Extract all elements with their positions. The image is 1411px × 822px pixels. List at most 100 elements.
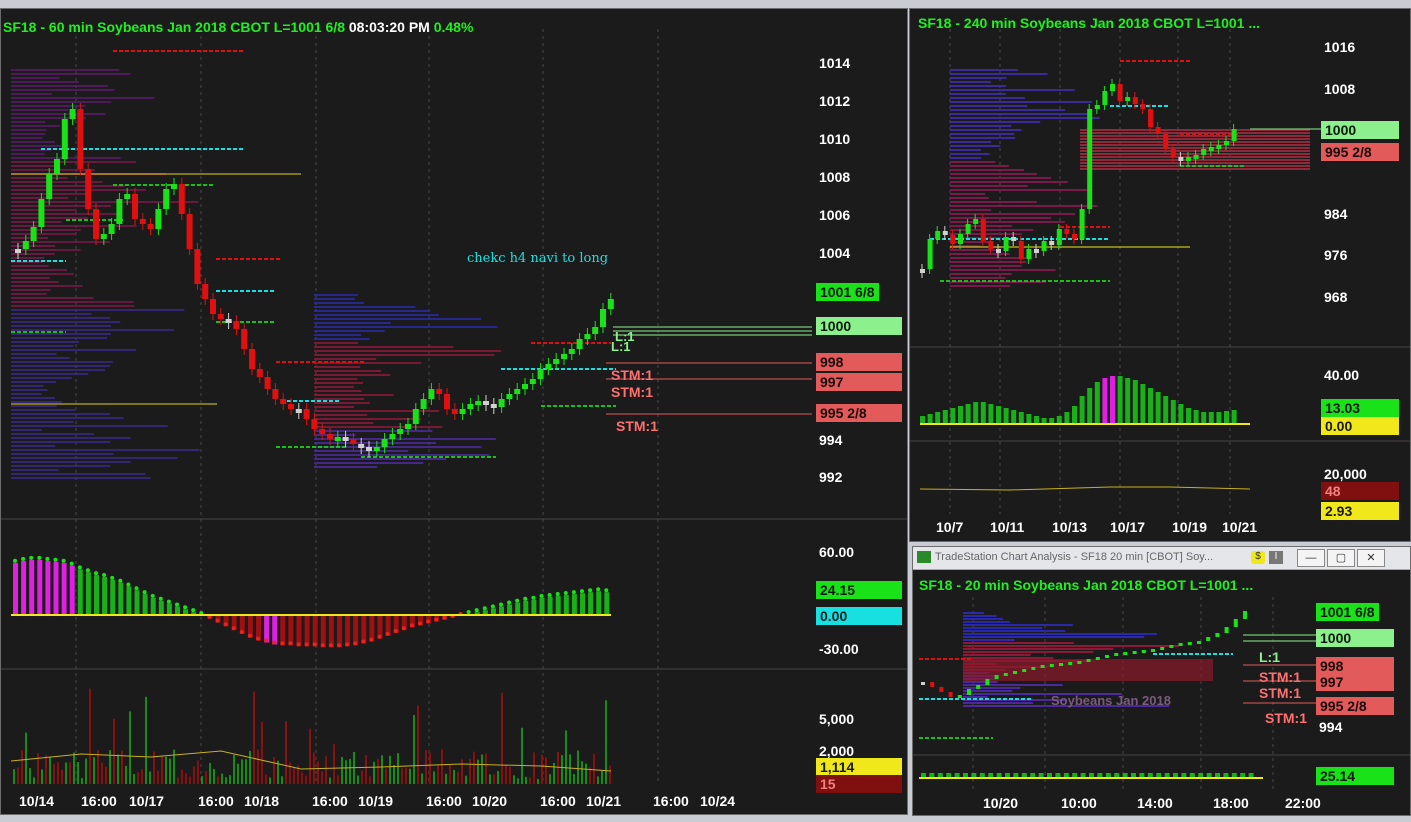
volume-profile-bar xyxy=(11,357,70,359)
candle xyxy=(1026,249,1032,259)
oscillator-dot xyxy=(482,606,487,611)
chart-60min-window[interactable]: SF18 - 60 min Soybeans Jan 2018 CBOT L=1… xyxy=(0,8,908,815)
oscillator-bar xyxy=(1026,414,1032,424)
volume-profile-bar xyxy=(11,237,49,239)
candle xyxy=(280,399,287,404)
volume-bar xyxy=(273,756,275,784)
candle xyxy=(1077,661,1082,664)
oscillator-dot xyxy=(328,643,333,648)
volume-profile-bar xyxy=(314,334,362,336)
volume-profile-bar xyxy=(314,358,377,360)
volume-bar xyxy=(301,772,303,784)
candle xyxy=(996,249,1001,253)
candle xyxy=(1013,671,1017,674)
chart-60min-canvas[interactable] xyxy=(1,9,907,814)
volume-profile-bar xyxy=(314,438,496,440)
price-axis-label: 968 xyxy=(1324,289,1348,305)
oscillator-bar xyxy=(937,773,943,777)
volume-profile-bar xyxy=(314,318,481,320)
oscillator-bar xyxy=(1064,412,1070,424)
volume-bar xyxy=(213,768,215,784)
candle xyxy=(1178,643,1183,646)
candle xyxy=(428,389,435,399)
volume-profile-bar xyxy=(314,346,454,348)
volume-profile-bar xyxy=(950,193,986,195)
volume-bar xyxy=(69,762,71,784)
volume-profile-bar xyxy=(950,177,1052,179)
volume-bar xyxy=(409,768,411,784)
candle xyxy=(420,399,427,409)
chart-title-symbol: SF18 - 60 min Soybeans Jan 2018 CBOT L=1… xyxy=(3,19,345,35)
oscillator-dot xyxy=(361,639,366,644)
candle xyxy=(529,379,536,384)
oscillator-bar xyxy=(1047,773,1052,777)
volume-bar xyxy=(597,776,599,784)
oscillator-dot xyxy=(134,586,139,591)
oscillator-bar xyxy=(921,773,926,777)
volume-profile-bar xyxy=(314,314,439,316)
candle xyxy=(1148,109,1153,127)
volume-profile-bar xyxy=(11,225,137,227)
candle xyxy=(1160,647,1165,650)
volume-bar xyxy=(105,766,107,784)
candle xyxy=(30,227,37,241)
oscillator-bar xyxy=(150,597,156,615)
oscillator-bar xyxy=(102,577,108,615)
oscillator-bar xyxy=(515,602,521,615)
volume-tag: 15 xyxy=(816,775,902,793)
volume-profile-bar xyxy=(11,185,125,187)
oscillator-dot xyxy=(377,634,382,639)
candle xyxy=(1072,234,1077,239)
volume-profile-bar xyxy=(11,289,51,291)
volume-profile-bar xyxy=(950,209,991,211)
volume-bar xyxy=(317,761,319,784)
volume-profile-bar xyxy=(11,405,57,407)
volume-profile-bar xyxy=(1080,135,1310,137)
volume-profile-bar xyxy=(314,418,422,420)
candle xyxy=(319,429,326,434)
oscillator-bar xyxy=(328,615,334,648)
x-axis-label: 16:00 xyxy=(198,793,234,809)
oscillator-dot xyxy=(247,633,252,638)
volume-profile-bar xyxy=(950,189,1093,191)
candle xyxy=(1102,91,1108,105)
oscillator-tag: 13.03 xyxy=(1321,399,1399,417)
volume-bar xyxy=(61,769,63,784)
oscillator-bar xyxy=(166,603,172,615)
volume-profile-bar xyxy=(11,229,81,231)
oscillator-bar xyxy=(158,600,164,615)
oscillator-bar xyxy=(94,575,99,615)
volume-profile-bar xyxy=(950,205,1098,207)
volume-bar xyxy=(97,750,99,784)
oscillator-bar xyxy=(61,562,67,615)
x-axis-label: 22:00 xyxy=(1285,795,1321,811)
volume-profile-bar xyxy=(11,141,56,143)
oscillator-bar xyxy=(312,615,318,647)
candle xyxy=(950,235,956,244)
candle xyxy=(967,689,971,695)
candle xyxy=(576,339,583,349)
chart-annotation[interactable]: chekc h4 navi to long xyxy=(467,251,608,266)
volume-profile-bar xyxy=(950,101,1093,103)
price-axis-label: 994 xyxy=(819,432,843,448)
oscillator-bar xyxy=(118,582,124,615)
volume-profile-bar xyxy=(950,169,1025,171)
candle xyxy=(1086,659,1091,662)
volume-profile-bar xyxy=(11,133,46,135)
candle xyxy=(553,359,560,364)
volume-profile-bar xyxy=(950,81,991,83)
candle xyxy=(459,409,466,414)
volume-profile-bar xyxy=(963,681,998,683)
x-axis-label: 10/14 xyxy=(19,793,55,809)
candle xyxy=(186,214,193,249)
oscillator-dot xyxy=(507,600,512,605)
volume-profile-bar xyxy=(11,213,123,215)
volume-bar xyxy=(525,776,527,784)
chart-20min-window[interactable]: TradeStation Chart Analysis - SF18 20 mi… xyxy=(912,546,1411,816)
chart-240min-window[interactable]: SF18 - 240 min Soybeans Jan 2018 CBOT L=… xyxy=(909,8,1411,542)
oscillator-axis-label: -30.00 xyxy=(819,641,859,657)
oscillator-dot xyxy=(296,642,301,647)
volume-profile-bar xyxy=(314,434,356,436)
volume-profile-bar xyxy=(314,310,430,312)
volume-profile-bar xyxy=(314,330,385,332)
